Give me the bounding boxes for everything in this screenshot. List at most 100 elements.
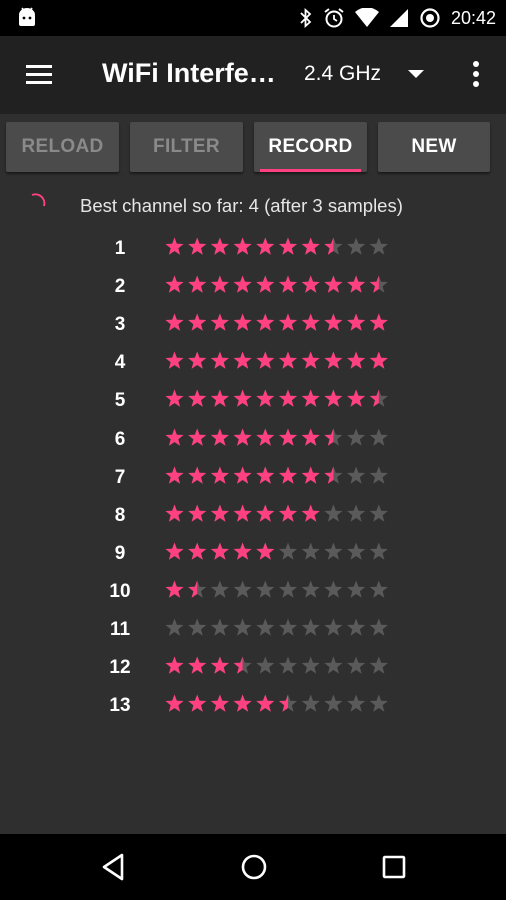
star-icon bbox=[210, 428, 229, 446]
rating-stars bbox=[165, 389, 388, 408]
star-icon bbox=[347, 694, 366, 712]
rating-stars bbox=[165, 542, 388, 560]
channel-row: 9 bbox=[0, 535, 506, 573]
reload-button-label: RELOAD bbox=[21, 136, 104, 157]
star-icon bbox=[256, 237, 275, 255]
overflow-menu-icon[interactable] bbox=[464, 58, 488, 92]
channel-row: 7 bbox=[0, 459, 506, 497]
star-icon bbox=[233, 618, 252, 636]
rating-stars bbox=[165, 237, 388, 255]
star-icon bbox=[165, 351, 184, 369]
reload-button[interactable]: RELOAD bbox=[6, 122, 119, 172]
star-icon bbox=[347, 466, 366, 484]
star-icon bbox=[233, 504, 252, 522]
star-icon bbox=[165, 694, 184, 712]
star-icon bbox=[210, 542, 229, 560]
star-icon bbox=[188, 313, 207, 331]
star-icon bbox=[165, 313, 184, 331]
channel-star-rating bbox=[164, 655, 390, 677]
channel-number: 3 bbox=[114, 314, 126, 336]
star-icon bbox=[278, 466, 298, 484]
star-icon bbox=[278, 428, 298, 446]
channel-row: 2 bbox=[0, 268, 506, 306]
star-icon bbox=[301, 656, 320, 674]
star-icon bbox=[256, 428, 275, 446]
star-icon bbox=[188, 504, 207, 522]
star-icon bbox=[278, 237, 298, 255]
filter-button[interactable]: FILTER bbox=[130, 122, 243, 172]
star-icon bbox=[233, 389, 252, 408]
star-icon bbox=[301, 618, 320, 636]
star-icon bbox=[369, 504, 388, 522]
menu-icon[interactable] bbox=[24, 60, 54, 90]
star-icon bbox=[369, 428, 388, 446]
channel-star-rating bbox=[164, 388, 390, 410]
star-icon bbox=[256, 466, 275, 484]
channel-row: 6 bbox=[0, 421, 506, 459]
star-icon bbox=[188, 580, 207, 598]
band-selector[interactable]: 2.4 GHz bbox=[300, 36, 430, 114]
star-icon bbox=[301, 694, 320, 712]
star-icon bbox=[324, 351, 343, 369]
star-icon bbox=[301, 542, 320, 560]
home-icon[interactable] bbox=[238, 851, 270, 883]
channel-star-rating bbox=[164, 503, 390, 525]
star-icon bbox=[369, 656, 388, 674]
star-icon bbox=[324, 656, 343, 674]
star-icon bbox=[369, 694, 388, 712]
star-icon bbox=[369, 351, 388, 369]
star-icon bbox=[301, 351, 320, 369]
channel-star-rating bbox=[164, 236, 390, 258]
star-icon bbox=[210, 275, 229, 293]
star-icon bbox=[278, 656, 298, 674]
star-icon bbox=[188, 351, 207, 369]
star-icon bbox=[324, 237, 343, 255]
channel-number: 10 bbox=[109, 580, 131, 602]
channel-star-rating bbox=[164, 579, 390, 601]
channel-row: 8 bbox=[0, 497, 506, 535]
channel-star-rating bbox=[164, 312, 390, 334]
record-button[interactable]: RECORD bbox=[254, 122, 367, 172]
rating-stars bbox=[165, 428, 388, 446]
star-icon bbox=[256, 694, 275, 712]
star-icon bbox=[324, 694, 343, 712]
channel-row: 5 bbox=[0, 382, 506, 420]
star-icon bbox=[347, 656, 366, 674]
channel-star-rating bbox=[164, 350, 390, 372]
star-icon bbox=[347, 275, 366, 293]
star-icon bbox=[165, 428, 184, 446]
star-icon bbox=[369, 542, 388, 560]
star-icon bbox=[347, 618, 366, 636]
star-icon bbox=[188, 428, 207, 446]
star-icon bbox=[369, 237, 388, 255]
star-icon bbox=[165, 656, 184, 674]
star-icon bbox=[165, 275, 184, 293]
star-icon bbox=[301, 275, 320, 293]
channel-row: 13 bbox=[0, 687, 506, 725]
star-icon bbox=[210, 580, 229, 598]
star-icon bbox=[301, 504, 320, 522]
app-toolbar: WiFi Interfe… 2.4 GHz bbox=[0, 36, 506, 114]
band-selected-value: 2.4 GHz bbox=[304, 62, 382, 85]
star-icon bbox=[233, 313, 252, 331]
channel-star-rating bbox=[164, 617, 390, 639]
channel-number: 8 bbox=[114, 504, 126, 526]
new-button[interactable]: NEW bbox=[378, 122, 490, 172]
wifi-icon bbox=[354, 8, 379, 27]
star-icon bbox=[233, 542, 252, 560]
channel-star-rating bbox=[164, 693, 390, 715]
star-icon bbox=[301, 580, 320, 598]
back-icon[interactable] bbox=[98, 851, 130, 883]
channel-number: 12 bbox=[109, 657, 131, 679]
star-icon bbox=[165, 542, 184, 560]
channel-star-rating bbox=[164, 427, 390, 449]
star-icon bbox=[369, 313, 388, 331]
star-icon bbox=[256, 313, 275, 331]
star-icon bbox=[347, 313, 366, 331]
recents-icon[interactable] bbox=[378, 851, 410, 883]
star-icon bbox=[301, 389, 320, 408]
star-icon bbox=[324, 389, 343, 408]
star-icon bbox=[210, 618, 229, 636]
status-time: 20:42 bbox=[450, 7, 496, 28]
star-icon bbox=[278, 313, 298, 331]
